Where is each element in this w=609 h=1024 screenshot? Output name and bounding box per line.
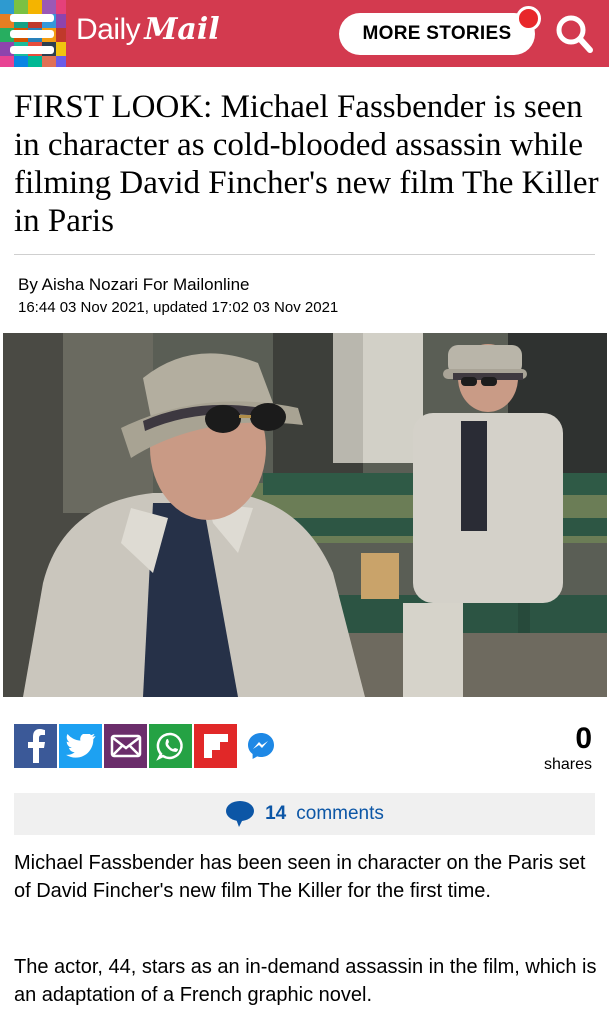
site-logo[interactable]: Daily Mail (76, 12, 220, 47)
comment-count: 14 (265, 803, 287, 824)
article-photo[interactable] (3, 333, 607, 697)
byline: By Aisha Nozari For Mailonline (18, 275, 250, 295)
comment-label: comments (296, 803, 384, 824)
more-stories-button[interactable]: MORE STORIES (339, 13, 535, 55)
dateline: 16:44 03 Nov 2021, updated 17:02 03 Nov … (18, 299, 339, 316)
byline-prefix: By (18, 275, 42, 294)
speech-bubble-icon (226, 801, 255, 827)
author-link[interactable]: Aisha Nozari For Mailonline (42, 275, 250, 294)
comments-button[interactable]: 14 comments (14, 793, 595, 835)
article-headline: FIRST LOOK: Michael Fassbender is seen i… (14, 89, 599, 239)
email-icon[interactable] (104, 724, 147, 768)
divider (14, 254, 595, 255)
share-count: 0 shares (544, 722, 592, 774)
article-paragraph: Michael Fassbender has been seen in char… (14, 852, 586, 902)
twitter-icon[interactable] (59, 724, 102, 768)
menu-icon[interactable] (10, 14, 54, 54)
logo-mail: Mail (144, 12, 220, 47)
logo-daily: Daily (76, 13, 141, 46)
article-paragraph: The actor, 44, stars as an in-demand ass… (14, 956, 597, 1006)
share-count-number: 0 (575, 722, 592, 755)
whatsapp-icon[interactable] (149, 724, 192, 768)
share-count-label: shares (543, 756, 592, 773)
top-bar: Daily Mail MORE STORIES (0, 0, 609, 67)
share-buttons (14, 724, 282, 768)
facebook-icon[interactable] (14, 724, 57, 768)
flipboard-icon[interactable] (194, 724, 237, 768)
messenger-icon[interactable] (239, 724, 282, 768)
search-icon[interactable] (552, 12, 596, 56)
notification-dot (516, 6, 541, 31)
